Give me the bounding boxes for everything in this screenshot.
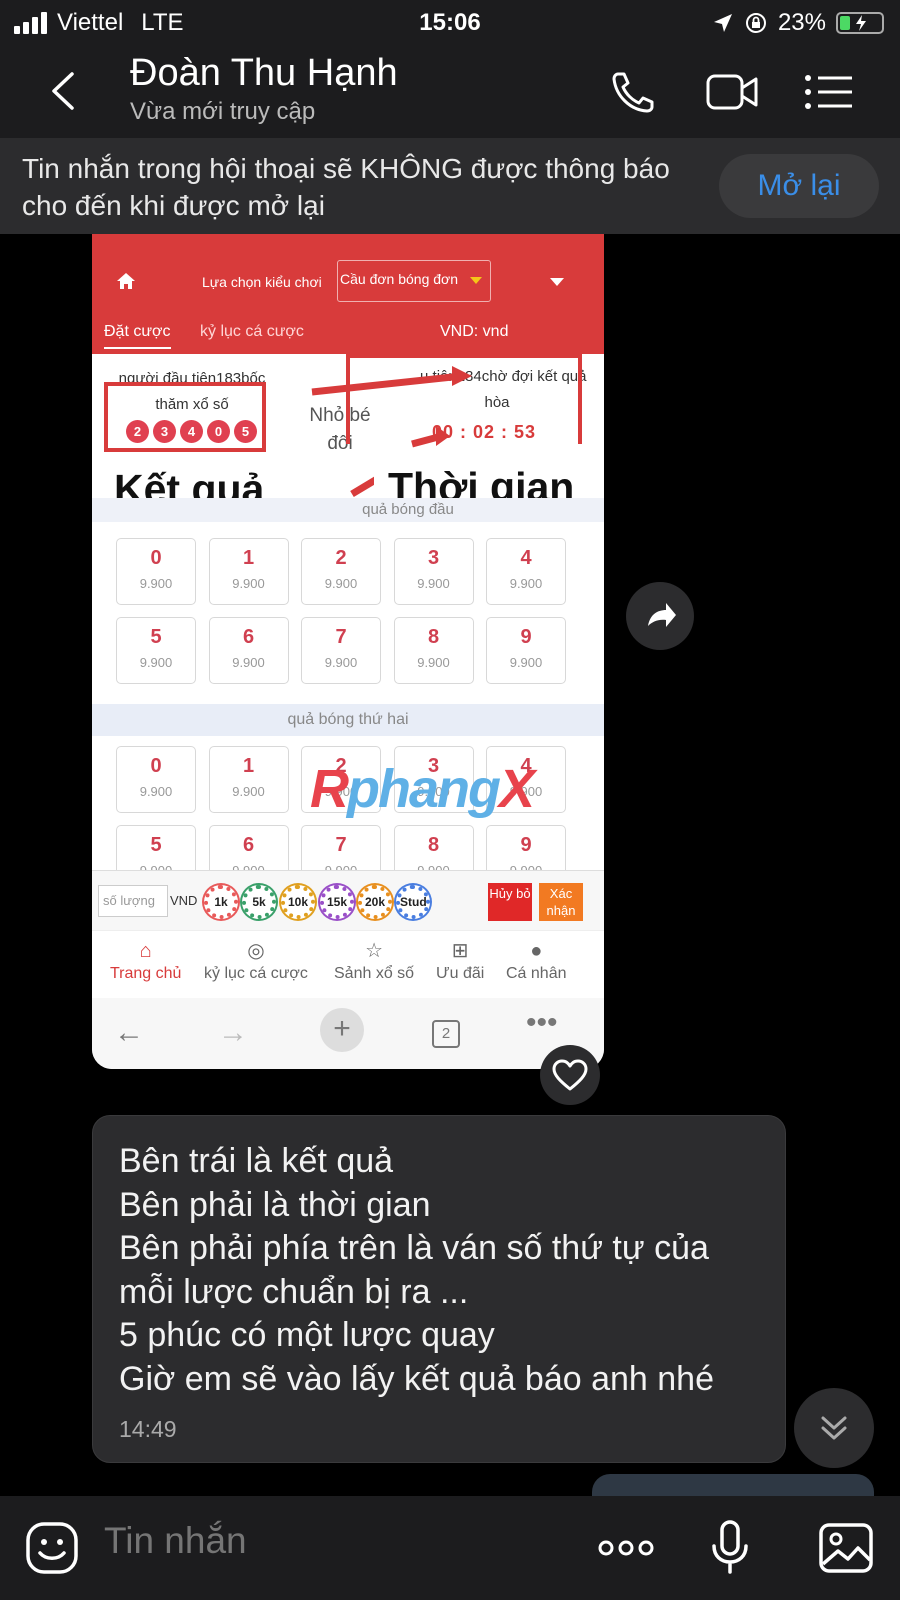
video-call-icon[interactable] <box>702 64 762 120</box>
rotation-lock-icon <box>745 13 766 33</box>
browser-forward-icon: → <box>218 1016 248 1049</box>
number-cell: 89.900 <box>393 617 474 684</box>
tab-bet-history: kỷ lục cá cược <box>200 323 304 340</box>
contact-name[interactable]: Đoàn Thu Hạnh <box>130 52 398 95</box>
number-cell: 69.900 <box>208 617 289 684</box>
star-icon: ☆ <box>365 940 383 962</box>
nav-promotions: ⊞ Ưu đãi <box>436 937 484 983</box>
back-icon[interactable] <box>40 66 90 116</box>
section-second-ball: quả bóng thứ hai <box>92 704 604 736</box>
message-input-bar <box>0 1496 900 1600</box>
sticker-icon[interactable] <box>22 1520 82 1576</box>
chip-stud: Stud <box>396 885 430 919</box>
number-cell: 3 9.900 <box>393 538 474 605</box>
game-mode-select: Cầu đơn bóng đơn <box>337 260 491 302</box>
number-cell: 4 9.900 <box>486 538 566 605</box>
watermark-logo: RphangX <box>310 759 535 819</box>
status-bar: Viettel LTE 15:06 23% <box>0 0 900 46</box>
more-options-icon[interactable] <box>596 1520 656 1576</box>
number-grid-first: 0 9.900 1 9.900 2 9.900 3 9.900 4 9.900 5 9.90… <box>116 538 566 684</box>
quantity-input: số lượng <box>98 885 168 917</box>
annotation-box-left <box>104 382 266 452</box>
number-cell: 79.900 <box>301 617 381 684</box>
microphone-icon[interactable] <box>700 1520 760 1576</box>
message-bubble[interactable]: Bên trái là kết quả Bên phải là thời gia… <box>92 1115 786 1463</box>
reopen-notifications-button[interactable]: Mở lại <box>719 154 879 218</box>
browser-more-icon: ••• <box>526 1006 558 1039</box>
shared-image[interactable]: Lựa chọn kiểu chơi Cầu đơn bóng đơn Đặt … <box>92 234 604 1069</box>
scroll-down-icon[interactable] <box>794 1388 874 1468</box>
vnd-label: VND <box>170 893 198 908</box>
number-cell: 0 9.900 <box>116 538 196 605</box>
nav-lottery-hall: ☆ Sảnh xổ số <box>334 937 414 983</box>
nav-bet-history: ◎ kỷ lục cá cược <box>204 937 308 983</box>
number-cell: 1 9.900 <box>208 746 289 813</box>
heart-icon[interactable] <box>540 1045 600 1105</box>
game-mode-label: Lựa chọn kiểu chơi <box>202 274 322 290</box>
home-icon <box>117 273 135 289</box>
location-icon <box>713 14 732 32</box>
section-first-ball: quả bóng đầu <box>92 498 604 522</box>
chip-20k: 20k <box>358 885 392 919</box>
currency-label: VND: vnd <box>440 323 509 340</box>
app-bottom-nav: ⌂ Trang chủ ◎ kỷ lục cá cược ☆ Sảnh xổ số ⊞… <box>92 930 604 998</box>
chip-10k: 10k <box>281 885 315 919</box>
number-cell: 1 9.900 <box>208 538 289 605</box>
message-input[interactable] <box>104 1520 564 1562</box>
nav-home: ⌂ Trang chủ <box>110 937 181 983</box>
bet-bar: số lượng VND 1k 5k 10k 15k 20k Stud Hủy … <box>92 870 604 930</box>
dropdown-icon <box>550 278 564 286</box>
chip-5k: 5k <box>242 885 276 919</box>
share-icon[interactable] <box>626 582 694 650</box>
chat-header: Đoàn Thu Hạnh Vừa mới truy cập <box>0 46 900 138</box>
chip-15k: 15k <box>320 885 354 919</box>
mute-banner: Tin nhắn trong hội thoại sẽ KHÔNG được t… <box>0 138 900 234</box>
number-cell: 99.900 <box>486 617 566 684</box>
mute-banner-text: Tin nhắn trong hội thoại sẽ KHÔNG được t… <box>22 153 670 221</box>
image-picker-icon[interactable] <box>816 1520 876 1576</box>
battery-percent: 23% <box>777 9 826 36</box>
number-cell: 2 9.900 <box>301 538 381 605</box>
number-cell: 0 9.900 <box>116 746 196 813</box>
phone-icon[interactable] <box>604 64 664 120</box>
browser-add-icon: + <box>320 1008 364 1052</box>
target-icon: ◎ <box>247 940 265 962</box>
browser-back-icon: ← <box>114 1016 144 1049</box>
browser-tabs-icon: 2 <box>432 1020 460 1048</box>
message-text: Bên trái là kết quả Bên phải là thời gia… <box>119 1142 714 1398</box>
nav-profile: ● Cá nhân <box>506 937 567 983</box>
browser-toolbar: ← → + 2 ••• <box>92 998 604 1069</box>
menu-icon[interactable] <box>800 64 860 120</box>
tab-place-bet: Đặt cược <box>104 323 171 349</box>
chip-1k: 1k <box>204 885 238 919</box>
number-cell: 59.900 <box>116 617 196 684</box>
contact-status: Vừa mới truy cập <box>130 98 316 125</box>
message-time: 14:49 <box>119 1416 177 1442</box>
app-top-bar: Lựa chọn kiểu chơi Cầu đơn bóng đơn Đặt … <box>92 234 604 354</box>
battery-icon <box>836 12 884 34</box>
gift-icon: ⊞ <box>451 940 469 962</box>
home-icon: ⌂ <box>139 940 152 962</box>
confirm-bet-button: Xác nhận <box>539 883 583 921</box>
cancel-bet-button: Hủy bỏ <box>488 883 532 921</box>
status-right: 23% <box>712 9 884 37</box>
person-icon: ● <box>530 940 543 962</box>
